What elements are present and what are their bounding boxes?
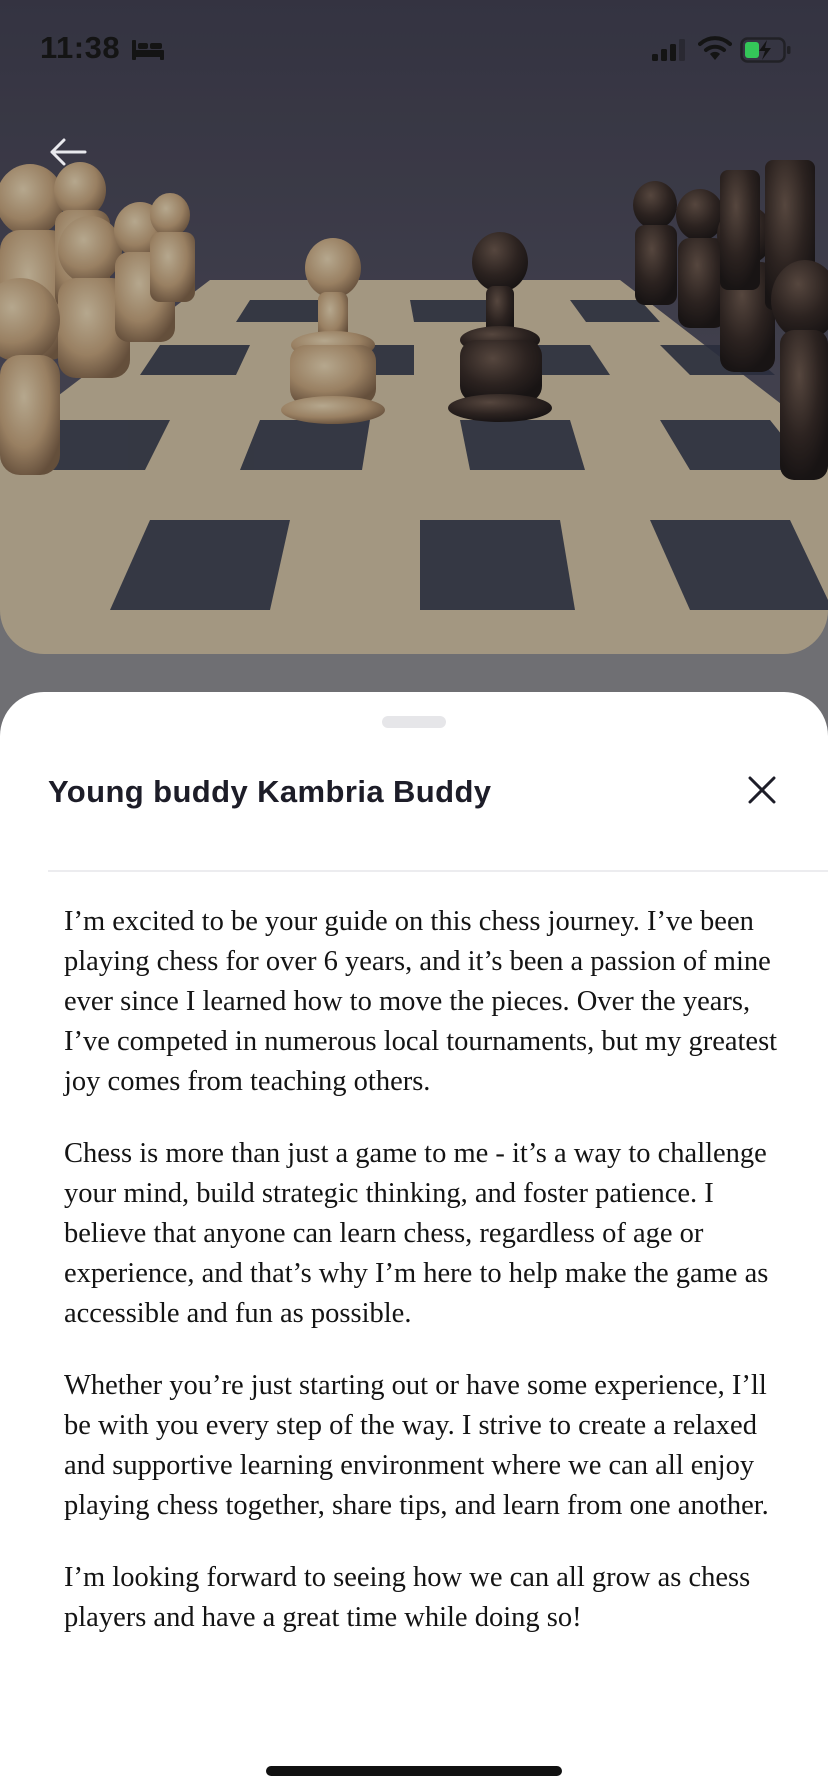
close-button[interactable] bbox=[740, 768, 784, 812]
arrow-left-icon bbox=[50, 138, 87, 166]
home-indicator[interactable] bbox=[266, 1766, 562, 1776]
bio-paragraph: I’m excited to be your guide on this che… bbox=[64, 906, 778, 1097]
divider bbox=[48, 870, 828, 872]
close-icon bbox=[748, 776, 776, 804]
status-time: 11:38 bbox=[40, 30, 121, 65]
bio-paragraph: Chess is more than just a game to me - i… bbox=[64, 1138, 769, 1329]
bio-paragraph: I’m looking forward to seeing how we can… bbox=[64, 1562, 751, 1633]
battery-charging-icon bbox=[740, 37, 791, 63]
bottom-sheet: Young buddy Kambria Buddy I’m excited to… bbox=[0, 692, 828, 1792]
sheet-title: Young buddy Kambria Buddy bbox=[48, 774, 492, 809]
bio-text: I’m excited to be your guide on this che… bbox=[64, 902, 784, 1670]
cellular-signal-icon bbox=[652, 39, 685, 61]
status-bar: 11:38 bbox=[0, 0, 828, 100]
bio-paragraph: Whether you’re just starting out or have… bbox=[64, 1370, 769, 1521]
back-button[interactable] bbox=[40, 126, 96, 178]
wifi-icon bbox=[698, 36, 732, 60]
bed-icon bbox=[132, 40, 164, 60]
sheet-grabber[interactable] bbox=[382, 716, 446, 728]
